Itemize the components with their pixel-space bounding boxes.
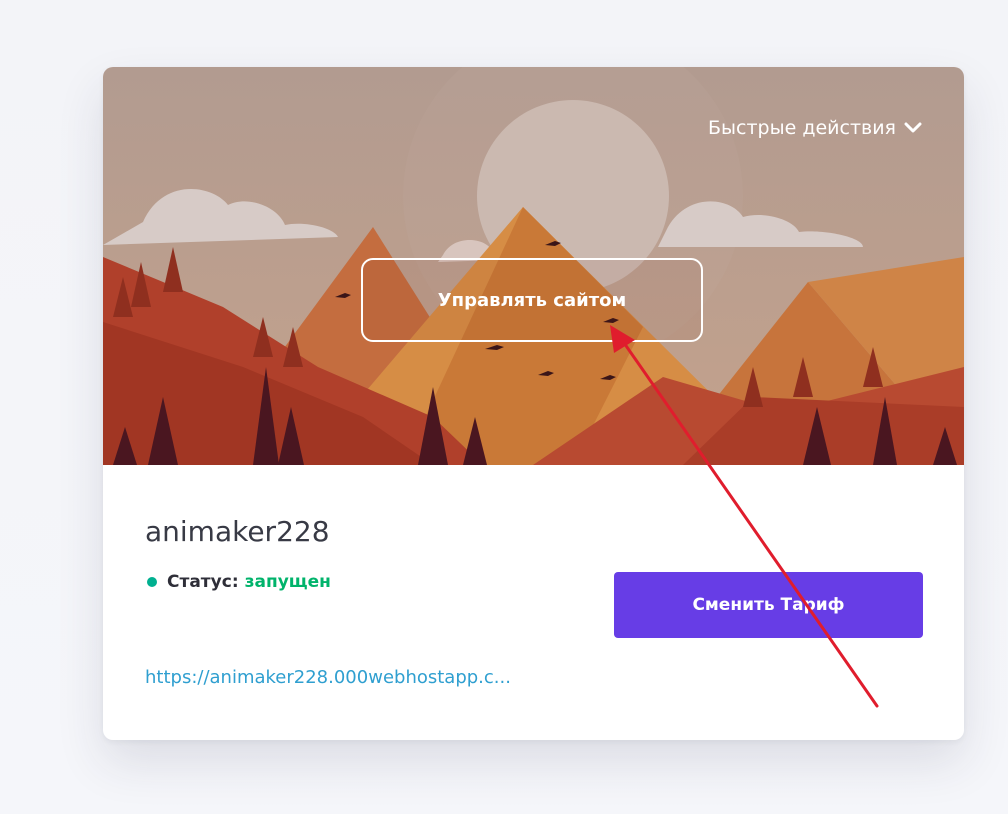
- quick-actions-menu[interactable]: Быстрые действия: [708, 117, 922, 139]
- site-url-link[interactable]: https://animaker228.000webhostapp.c...: [145, 667, 511, 688]
- status-label: Статус:: [167, 572, 239, 592]
- manage-site-button[interactable]: Управлять сайтом: [361, 258, 703, 342]
- site-card-body: animaker228 Статус: запущен https://anim…: [103, 465, 964, 740]
- site-card: Быстрые действия Управлять сайтом animak…: [103, 67, 964, 740]
- site-status: Статус: запущен: [147, 572, 331, 592]
- status-dot-icon: [147, 577, 157, 587]
- quick-actions-label: Быстрые действия: [707, 117, 896, 139]
- change-plan-button[interactable]: Сменить Тариф: [614, 572, 923, 638]
- chevron-down-icon: [904, 122, 922, 133]
- page-background: Быстрые действия Управлять сайтом animak…: [0, 0, 1008, 814]
- site-name: animaker228: [145, 515, 330, 548]
- site-preview-banner: Быстрые действия Управлять сайтом: [103, 67, 964, 465]
- status-value: запущен: [244, 572, 331, 592]
